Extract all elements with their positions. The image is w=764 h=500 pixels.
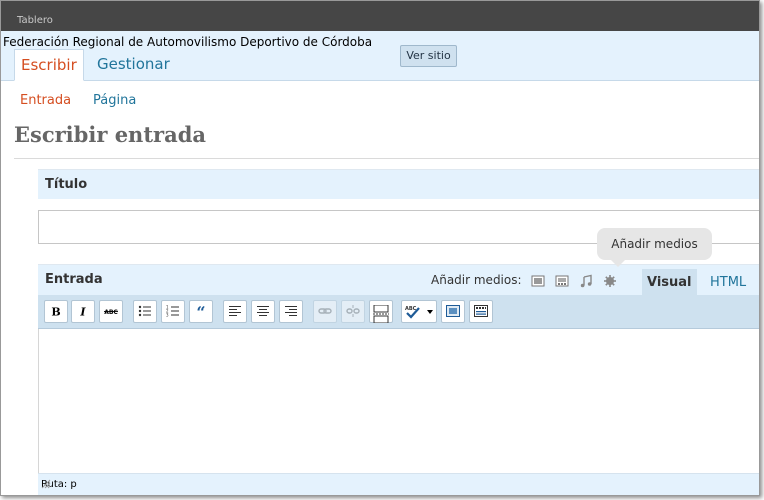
svg-text:3: 3 (166, 313, 169, 318)
editor-toolbar: B I ABC 123 “ ABC (38, 295, 759, 329)
resize-handle-icon[interactable] (41, 479, 51, 489)
visit-site-button[interactable]: Ver sitio (400, 45, 457, 67)
tab-html[interactable]: HTML (705, 269, 751, 296)
tab-visual[interactable]: Visual (642, 269, 697, 296)
align-center-button[interactable] (251, 300, 275, 323)
bold-button[interactable]: B (44, 300, 68, 323)
subnav-post[interactable]: Entrada (20, 93, 71, 108)
tab-write[interactable]: Escribir (14, 49, 84, 81)
numbered-list-button[interactable]: 123 (161, 300, 185, 323)
editor-content-area[interactable] (38, 329, 759, 473)
svg-text:“: “ (196, 305, 205, 317)
strikethrough-button[interactable]: ABC (99, 300, 123, 323)
align-right-button[interactable] (279, 300, 303, 323)
editor-window: Tablero Federación Regional de Automovil… (0, 0, 760, 496)
svg-text:ABC: ABC (104, 309, 118, 316)
add-audio-icon[interactable] (579, 273, 593, 288)
add-video-icon[interactable] (555, 273, 569, 287)
editor-path-bar: Ruta: p (38, 473, 759, 495)
title-label: Título (45, 177, 88, 192)
page-title: Escribir entrada (14, 122, 206, 147)
subnav-page[interactable]: Página (93, 93, 136, 108)
unlink-button[interactable] (341, 300, 365, 323)
site-name: Federación Regional de Automovilismo Dep… (3, 35, 373, 49)
admin-bar: Tablero (1, 1, 759, 31)
spellcheck-button[interactable]: ABC (401, 300, 437, 323)
svg-text:I: I (79, 306, 86, 318)
add-media-icon[interactable] (603, 273, 617, 287)
add-media-label: Añadir medios: (431, 273, 522, 287)
dashboard-link[interactable]: Tablero (17, 15, 53, 26)
site-header: Federación Regional de Automovilismo Dep… (1, 31, 759, 81)
tab-manage[interactable]: Gestionar (91, 49, 176, 81)
svg-text:B: B (51, 306, 60, 318)
fullscreen-button[interactable] (441, 300, 465, 323)
editor-label: Entrada (45, 272, 103, 287)
add-image-icon[interactable] (531, 273, 545, 287)
insert-more-button[interactable] (369, 300, 393, 323)
link-button[interactable] (313, 300, 337, 323)
title-divider (14, 158, 759, 159)
editor-section-header: Entrada Añadir medios: Visual HTML (38, 264, 759, 296)
italic-button[interactable]: I (71, 300, 95, 323)
align-left-button[interactable] (223, 300, 247, 323)
bullet-list-button[interactable] (133, 300, 157, 323)
title-section-header: Título (38, 169, 759, 199)
add-media-tooltip: Añadir medios (597, 228, 712, 267)
blockquote-button[interactable]: “ (189, 300, 213, 323)
kitchen-sink-button[interactable] (469, 300, 493, 323)
